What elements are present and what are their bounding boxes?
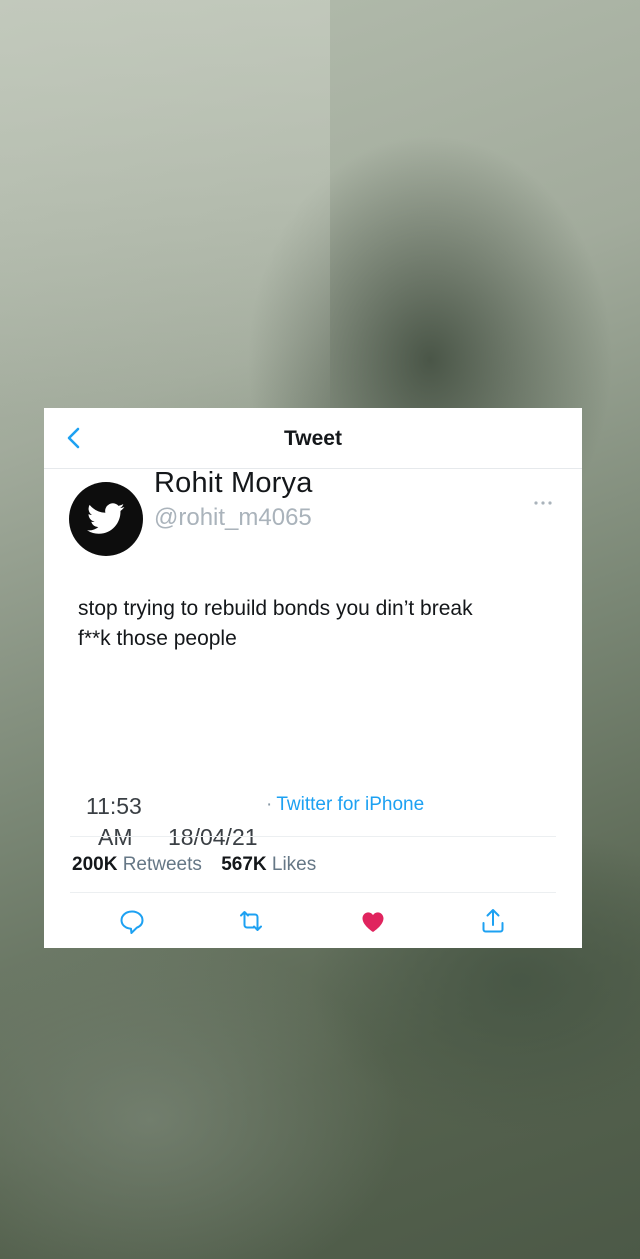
tweet-source-label: Twitter for iPhone — [276, 794, 425, 815]
heart-icon — [362, 912, 384, 932]
tweet-text-line: stop trying to rebuild bonds you din’t b… — [78, 597, 473, 620]
tweet-date: 18/04/21 — [168, 824, 258, 850]
author-handle: @rohit_m4065 — [154, 504, 312, 531]
retweets-label: Retweets — [122, 854, 202, 875]
tweet-text-line: f**k those people — [78, 627, 237, 650]
tweet-source-link[interactable]: · Twitter for iPhone — [266, 794, 424, 816]
divider — [70, 892, 556, 893]
like-button[interactable] — [358, 906, 388, 936]
retweet-icon — [240, 911, 262, 931]
page-title: Tweet — [284, 427, 342, 450]
likes-label: Likes — [271, 854, 317, 875]
tweet-text: stop trying to rebuild bonds you din’t b… — [78, 594, 558, 654]
tweet-card: Tweet Rohit Morya @rohit_m4065 stop tryi… — [44, 408, 582, 948]
tweet-header: Tweet — [44, 408, 582, 469]
retweets-count: 200K — [72, 854, 118, 875]
tweet-time: 11:53 — [86, 793, 142, 819]
twitter-bird-icon — [87, 503, 125, 534]
share-button[interactable] — [478, 906, 508, 936]
divider — [70, 836, 556, 837]
more-dots-icon — [534, 501, 552, 505]
author-display-name: Rohit Morya — [154, 467, 313, 499]
separator-dot: · — [266, 794, 273, 815]
likes-count: 567K — [221, 854, 267, 875]
reply-icon — [120, 910, 144, 934]
tweet-time-ampm: AM — [98, 824, 133, 850]
background-highlight — [0, 0, 330, 420]
avatar[interactable] — [69, 482, 143, 556]
likes-stat[interactable]: 567K Likes — [221, 854, 316, 876]
reply-button[interactable] — [117, 906, 147, 936]
more-options-button[interactable] — [531, 496, 555, 510]
share-icon — [482, 909, 504, 933]
retweet-button[interactable] — [236, 906, 266, 936]
tweet-stats: 200K Retweets 567K Likes — [72, 854, 316, 876]
retweets-stat[interactable]: 200K Retweets — [72, 854, 202, 876]
